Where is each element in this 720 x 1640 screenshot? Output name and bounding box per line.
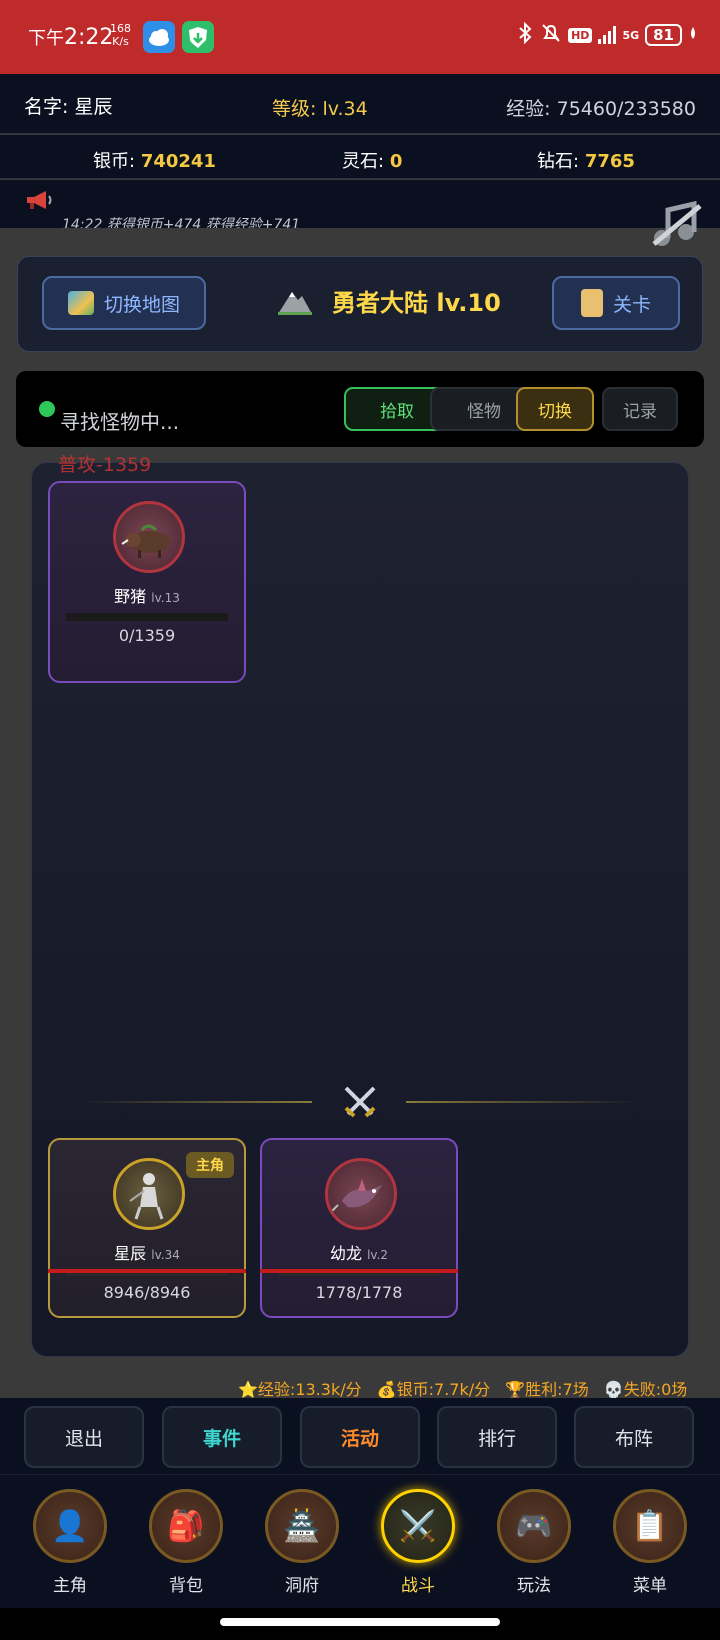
nav-gameplay[interactable]: 🎮 玩法	[489, 1489, 579, 1596]
player-exp: 经验: 75460/233580	[506, 98, 696, 120]
ranking-button[interactable]: 排行	[437, 1406, 557, 1468]
activities-button[interactable]: 活动	[300, 1406, 420, 1468]
notice-bar: 14:22 获得银币+474 获得经验+741	[0, 180, 720, 228]
mountain-icon	[278, 291, 312, 315]
hero-hp-text: 8946/8946	[103, 1283, 191, 1302]
crossed-swords-icon	[344, 1086, 376, 1118]
enemy-hp-text: 0/1359	[118, 626, 176, 645]
boar-avatar	[113, 501, 185, 573]
bluetooth-icon	[516, 21, 534, 48]
menu-clipboard-icon: 📋	[631, 1508, 669, 1544]
enemy-card[interactable]: 野猪 lv.13 0/1359	[48, 481, 246, 683]
nav-battle[interactable]: ⚔️ 战斗	[373, 1489, 463, 1596]
main-character-badge: 主角	[186, 1152, 234, 1178]
network-speed: 168 K/s	[110, 22, 131, 48]
status-dot	[39, 401, 55, 417]
gamepad-icon: 🎮	[515, 1508, 553, 1544]
battle-status-bar: 寻找怪物中... 拾取 怪物 切换 记录	[16, 371, 704, 447]
tab-switch[interactable]: 切换	[516, 387, 594, 431]
map-icon	[67, 291, 94, 315]
player-name: 名字: 星辰	[24, 96, 113, 118]
diamond-currency: 钻石: 7765	[537, 151, 635, 172]
map-title: 勇者大陆 lv.10	[276, 283, 501, 318]
status-text: 寻找怪物中...	[60, 410, 180, 434]
map-panel: 切换地图 勇者大陆 lv.10 关卡	[17, 256, 703, 352]
nav-cave[interactable]: 🏯 洞府	[257, 1489, 347, 1596]
battle-stats: ⭐经验:13.3k/分 💰银币:7.7k/分 🏆胜利:7场 💀失败:0场	[238, 1376, 697, 1400]
formation-button[interactable]: 布阵	[574, 1406, 694, 1468]
security-app-icon	[182, 21, 214, 53]
dragon-avatar	[325, 1158, 397, 1230]
pet-hp-bar	[278, 1273, 440, 1276]
bell-muted-icon	[540, 22, 562, 48]
hero-hp-bar	[66, 1273, 228, 1276]
enemy-name: 野猪 lv.13	[114, 587, 180, 606]
exit-button[interactable]: 退出	[24, 1406, 144, 1468]
divider-left	[80, 1101, 312, 1103]
status-bar: 下午2:22 168 K/s HD 5G 81	[0, 0, 720, 74]
person-icon: 👤	[51, 1508, 89, 1544]
divider-right	[406, 1101, 638, 1103]
action-bar: 退出 事件 活动 排行 布阵	[0, 1398, 720, 1474]
status-time: 下午2:22	[28, 25, 114, 50]
megaphone-icon	[27, 191, 52, 209]
loss-count: 💀失败:0场	[603, 1380, 688, 1399]
signal-icon	[598, 26, 617, 44]
swords-icon: ⚔️	[399, 1508, 437, 1544]
clipboard-icon	[580, 289, 603, 317]
battery-indicator: 81	[645, 24, 682, 46]
player-level: 等级: lv.34	[272, 98, 368, 120]
enemy-hp-bar	[66, 613, 228, 621]
network-type: 5G	[622, 28, 640, 42]
damage-float-text: 普攻-1359	[58, 454, 152, 476]
hd-icon: HD	[568, 27, 593, 43]
pet-name: 幼龙 lv.2	[329, 1244, 389, 1263]
pet-card[interactable]: 幼龙 lv.2 1778/1778	[260, 1138, 458, 1318]
bottom-navigation: 👤 主角 🎒 背包 🏯 洞府 ⚔️ 战斗 🎮 玩法 📋 菜单	[0, 1474, 720, 1608]
switch-map-button[interactable]: 切换地图	[42, 276, 206, 330]
status-icons: HD 5G 81	[516, 21, 698, 48]
pet-hp-text: 1778/1778	[315, 1283, 403, 1302]
nav-backpack[interactable]: 🎒 背包	[141, 1489, 231, 1596]
silver-rate: 💰银币:7.7k/分	[376, 1380, 491, 1399]
castle-icon: 🏯	[283, 1508, 321, 1544]
weather-app-icon	[143, 21, 175, 53]
hero-card[interactable]: 主角 星辰 lv.34 8946/8946	[48, 1138, 246, 1318]
exp-rate: ⭐经验:13.3k/分	[238, 1380, 362, 1399]
tab-records[interactable]: 记录	[602, 387, 678, 431]
stage-button[interactable]: 关卡	[552, 276, 680, 330]
events-button[interactable]: 事件	[162, 1406, 282, 1468]
spirit-stone-currency: 灵石: 0	[342, 151, 403, 172]
win-count: 🏆胜利:7场	[505, 1380, 589, 1399]
home-gesture-bar[interactable]	[220, 1618, 500, 1626]
notice-message: 14:22 获得银币+474 获得经验+741	[62, 217, 301, 228]
backpack-icon: 🎒	[167, 1508, 205, 1544]
charging-icon	[688, 25, 698, 45]
music-off-icon[interactable]	[648, 198, 706, 250]
silver-currency: 银币: 740241	[93, 151, 216, 172]
player-header: 名字: 星辰 等级: lv.34 经验: 75460/233580	[0, 74, 720, 134]
nav-character[interactable]: 👤 主角	[25, 1489, 115, 1596]
hero-name: 星辰 lv.34	[114, 1244, 180, 1263]
hero-avatar	[113, 1158, 185, 1230]
nav-menu[interactable]: 📋 菜单	[605, 1489, 695, 1596]
currency-bar: 银币: 740241 灵石: 0 钻石: 7765	[0, 135, 720, 179]
